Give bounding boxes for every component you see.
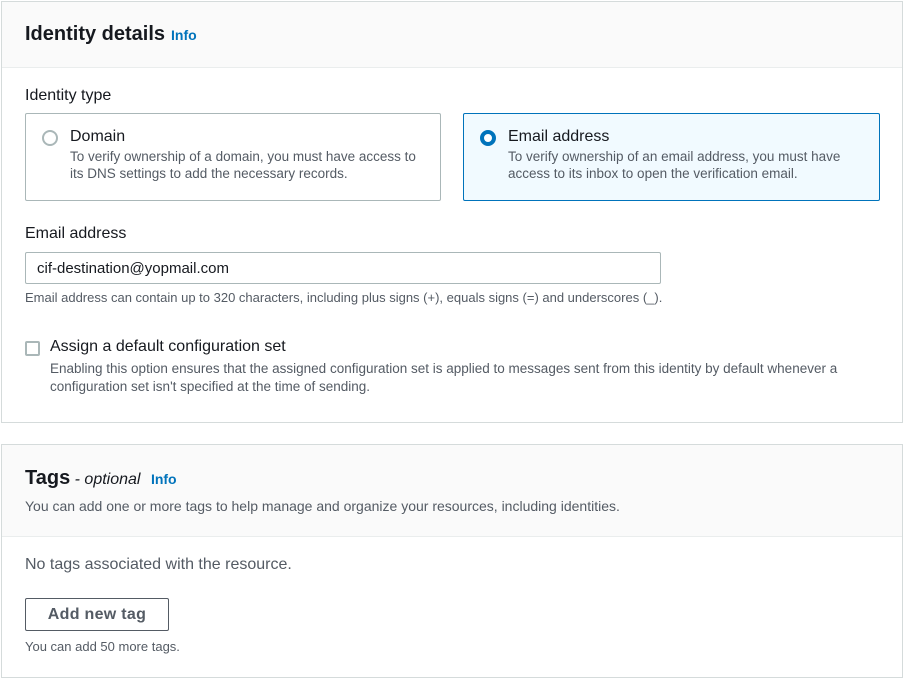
identity-details-title: Identity details: [25, 23, 166, 45]
tags-info-link[interactable]: Info: [151, 471, 177, 487]
email-option-description: To verify ownership of an email address,…: [508, 149, 841, 181]
default-config-set-checkbox[interactable]: [25, 341, 40, 356]
identity-type-tiles: Domain To verify ownership of a domain, …: [25, 113, 880, 201]
identity-type-email-tile[interactable]: Email address To verify ownership of an …: [463, 113, 880, 201]
identity-details-header: Identity details Info: [2, 2, 902, 68]
tags-panel: Tags - optional Info You can add one or …: [1, 444, 903, 678]
tags-header: Tags - optional Info You can add one or …: [2, 445, 902, 537]
default-config-set-label[interactable]: Assign a default configuration set: [50, 338, 286, 356]
identity-info-link[interactable]: Info: [171, 27, 197, 43]
email-address-label: Email address: [25, 225, 127, 242]
tags-limit-hint: You can add 50 more tags.: [25, 639, 180, 654]
identity-type-domain-tile[interactable]: Domain To verify ownership of a domain, …: [25, 113, 441, 201]
no-tags-message: No tags associated with the resource.: [25, 556, 292, 573]
email-option-title: Email address: [508, 128, 610, 145]
identity-details-panel: Identity details Info Identity type Doma…: [1, 1, 903, 423]
tags-title: Tags: [25, 467, 71, 489]
tags-description: You can add one or more tags to help man…: [25, 498, 620, 514]
email-address-input[interactable]: [25, 252, 661, 284]
add-new-tag-button[interactable]: Add new tag: [25, 598, 169, 631]
email-address-hint: Email address can contain up to 320 char…: [25, 290, 663, 305]
tags-optional-label: - optional: [74, 471, 141, 488]
domain-option-title: Domain: [70, 128, 126, 145]
identity-type-label: Identity type: [25, 87, 112, 104]
default-config-set-description: Enabling this option ensures that the as…: [50, 361, 838, 394]
domain-option-description: To verify ownership of a domain, you mus…: [70, 149, 416, 181]
email-radio[interactable]: [480, 130, 496, 146]
domain-radio[interactable]: [42, 130, 58, 146]
